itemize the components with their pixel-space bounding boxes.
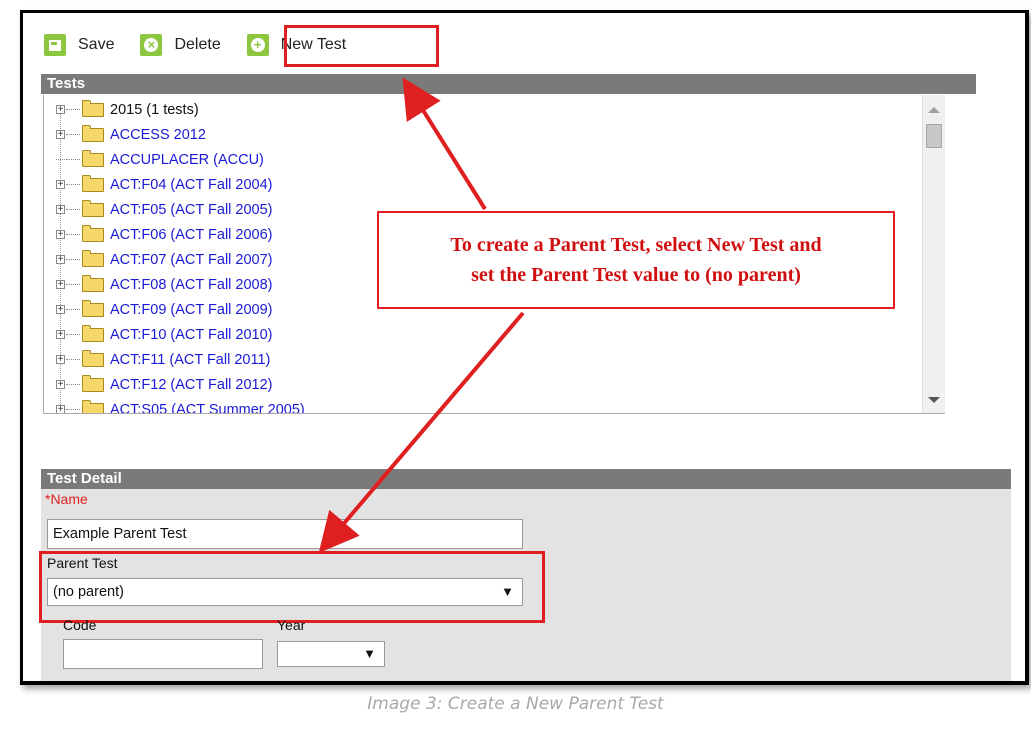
annotation-arrows — [318, 77, 525, 554]
arrow-to-parent-test — [318, 311, 525, 554]
image-caption: Image 3: Create a New Parent Test — [367, 694, 664, 714]
screenshot-frame: Save × Delete + New Test Tests +2015 (1 … — [20, 10, 1029, 685]
arrow-to-new-test — [402, 77, 487, 211]
